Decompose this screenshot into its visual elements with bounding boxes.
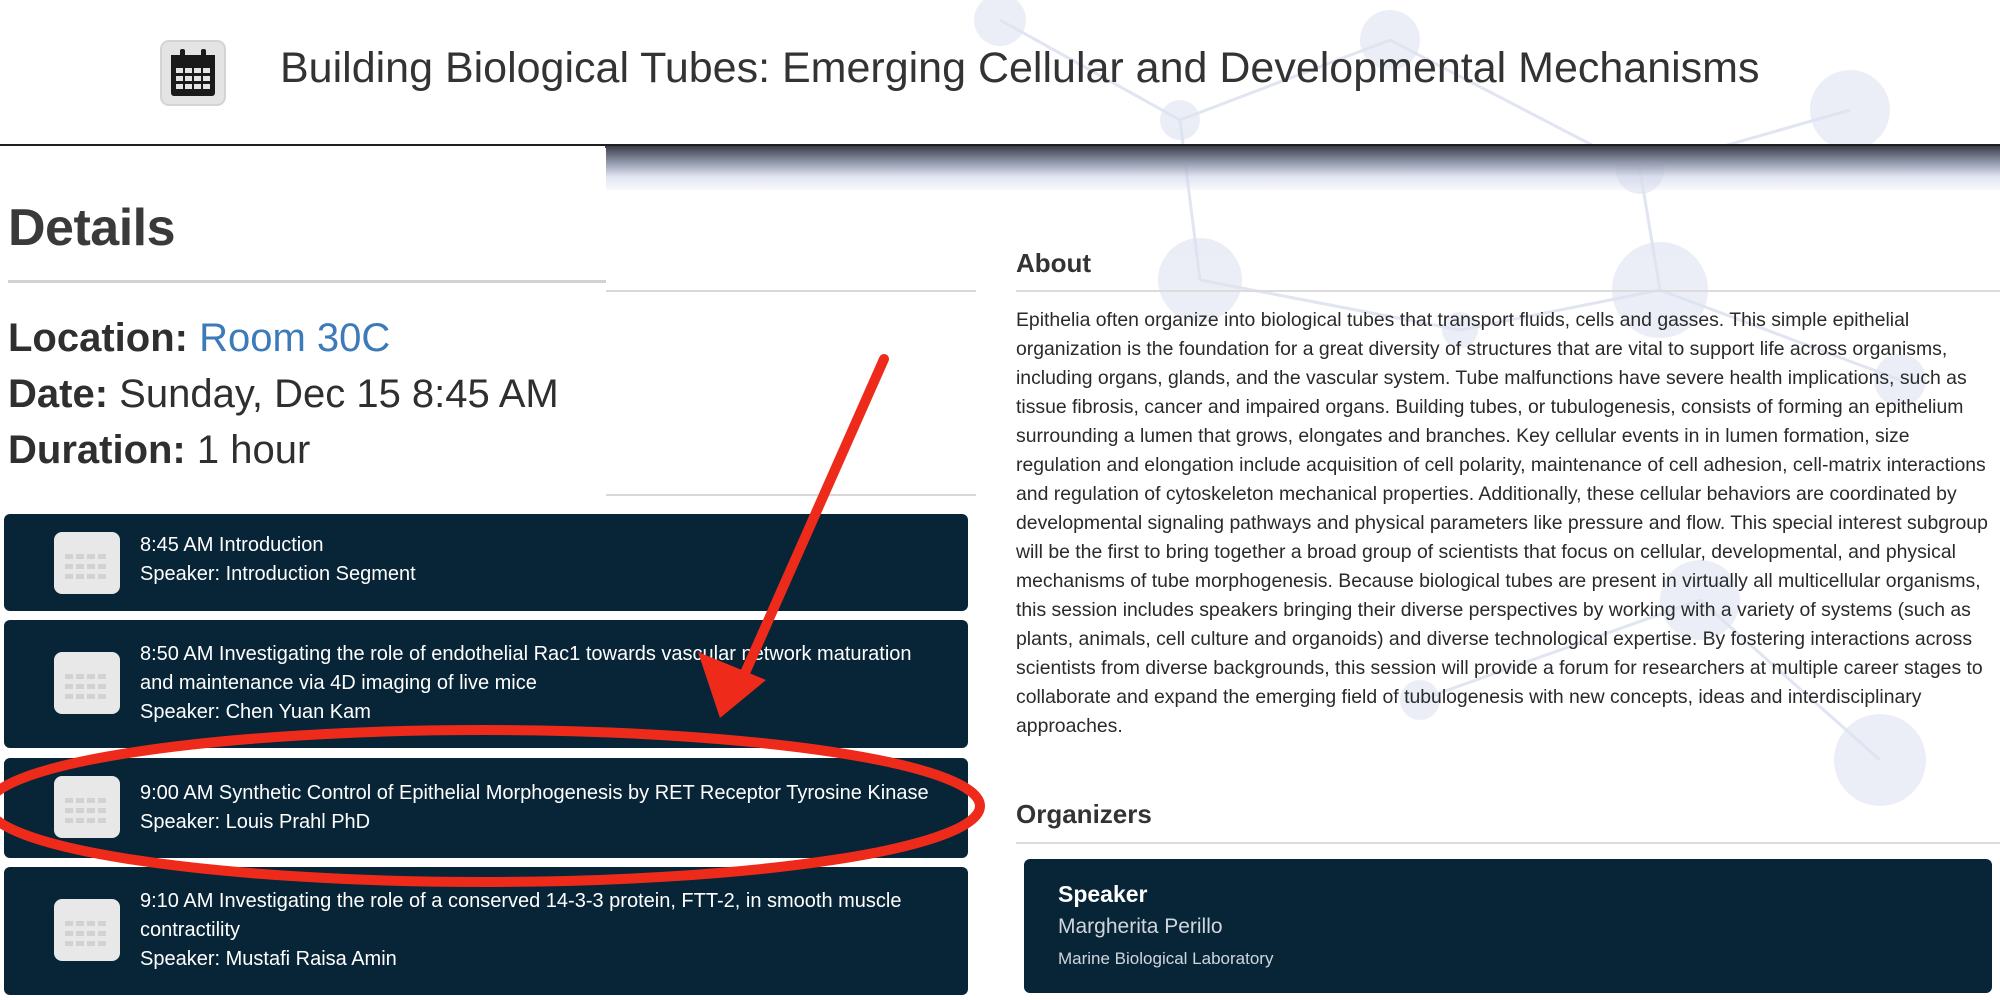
agenda-item-title: 8:50 AM Investigating the role of endoth… (140, 643, 912, 694)
agenda-item-text: 9:00 AM Synthetic Control of Epithelial … (140, 779, 950, 837)
header-shadow (605, 146, 2000, 190)
organizer-name: Margherita Perillo (1058, 915, 1223, 938)
agenda-item-text: 9:10 AM Investigating the role of a cons… (140, 887, 950, 974)
column-divider (606, 290, 976, 292)
agenda-item-speaker: Speaker: Introduction Segment (140, 563, 416, 585)
organizers-divider (1016, 842, 2000, 844)
date-label: Date: (8, 372, 109, 416)
location-link[interactable]: Room 30C (199, 316, 390, 360)
duration-value: 1 hour (196, 428, 311, 472)
agenda-item[interactable]: 9:10 AM Investigating the role of a cons… (4, 867, 968, 995)
about-divider (1016, 290, 2000, 292)
agenda-item-speaker: Speaker: Louis Prahl PhD (140, 811, 371, 833)
location-label: Location: (8, 316, 188, 360)
about-text: Epithelia often organize into biological… (1016, 309, 1988, 737)
duration-row: Duration: 1 hour (8, 428, 310, 473)
organizers-heading: Organizers (1016, 799, 1152, 829)
agenda-item-speaker: Speaker: Mustafi Raisa Amin (140, 948, 397, 970)
agenda-item[interactable]: 9:00 AM Synthetic Control of Epithelial … (4, 758, 968, 858)
agenda-item-title: 8:45 AM Introduction (140, 534, 324, 556)
agenda-item[interactable]: 8:45 AM Introduction Speaker: Introducti… (4, 514, 968, 611)
agenda-item-text: 8:45 AM Introduction Speaker: Introducti… (140, 531, 950, 589)
date-row: Date: Sunday, Dec 15 8:45 AM (8, 372, 559, 417)
details-panel: Details Location: Room 30C Date: Sunday,… (0, 148, 606, 514)
page-title: Building Biological Tubes: Emerging Cell… (280, 44, 1760, 92)
details-heading: Details (8, 199, 176, 257)
agenda-item-text: 8:50 AM Investigating the role of endoth… (140, 640, 950, 727)
organizer-role: Speaker (1058, 881, 1148, 907)
agenda-item-speaker: Speaker: Chen Yuan Kam (140, 701, 371, 723)
calendar-icon (160, 40, 226, 106)
organizer-card[interactable]: Speaker Margherita Perillo Marine Biolog… (1024, 859, 1992, 993)
column-divider (606, 494, 976, 496)
calendar-icon (54, 899, 120, 961)
date-value: Sunday, Dec 15 8:45 AM (119, 372, 559, 416)
agenda-item[interactable]: 8:50 AM Investigating the role of endoth… (4, 620, 968, 748)
page-header: Building Biological Tubes: Emerging Cell… (0, 0, 2000, 146)
about-heading: About (1016, 248, 1092, 278)
calendar-icon (54, 776, 120, 838)
duration-label: Duration: (8, 428, 186, 472)
calendar-icon (54, 652, 120, 714)
calendar-icon (54, 532, 120, 594)
agenda-item-title: 9:10 AM Investigating the role of a cons… (140, 890, 902, 941)
agenda-item-title: 9:00 AM Synthetic Control of Epithelial … (140, 782, 929, 804)
organizer-affiliation: Marine Biological Laboratory (1058, 949, 1274, 968)
location-row: Location: Room 30C (8, 316, 390, 361)
details-divider (8, 280, 606, 283)
